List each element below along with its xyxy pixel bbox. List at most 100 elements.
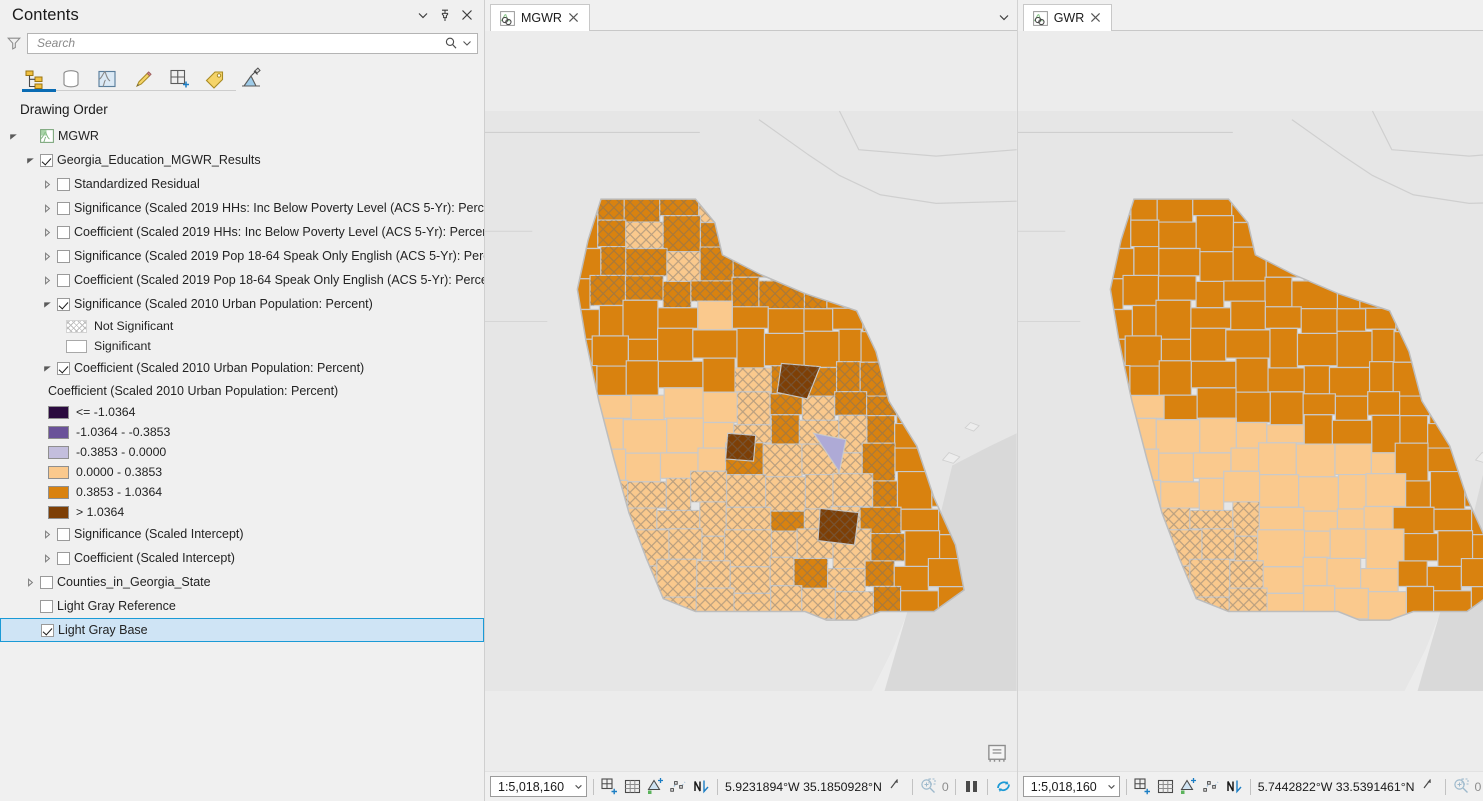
map-views-container: MGWR 1:5,018,1605.9231894°W 35.1850928°N0…: [485, 0, 1483, 801]
zoom-to-selection-icon[interactable]: [1452, 777, 1471, 796]
expander-right-icon[interactable]: [42, 179, 53, 190]
layer-visibility-checkbox[interactable]: [40, 576, 53, 589]
expander-right-icon[interactable]: [25, 577, 36, 588]
search-options-chevron-down-icon[interactable]: [461, 37, 473, 49]
layer-tree-item-stdresid[interactable]: Standardized Residual: [0, 172, 484, 196]
coefficient-legend-item: 0.0000 - 0.3853: [0, 462, 484, 482]
layer-label: Significance (Scaled 2019 Pop 18-64 Spea…: [74, 249, 484, 263]
layer-tree-item-lgbase[interactable]: Light Gray Base: [0, 618, 484, 642]
layer-tree-item-coef_pov[interactable]: Coefficient (Scaled 2019 HHs: Inc Below …: [0, 220, 484, 244]
expander-down-icon[interactable]: [25, 155, 36, 166]
close-icon[interactable]: [568, 12, 581, 25]
insert-grid-tool[interactable]: [1133, 777, 1152, 796]
legend-swatch-crosshatch: [66, 320, 87, 333]
pointer-arrow-icon[interactable]: [1420, 777, 1439, 796]
significance-legend-item: Not Significant: [0, 316, 484, 336]
coefficient-legend-item: -1.0364 - -0.3853: [0, 422, 484, 442]
layer-visibility-checkbox[interactable]: [57, 250, 70, 263]
drawing-order-label: Drawing Order: [0, 92, 484, 123]
expander-down-icon[interactable]: [8, 131, 19, 142]
chart-map-icon[interactable]: [238, 66, 264, 92]
label-tag-icon[interactable]: [202, 66, 228, 92]
map-view-gwr: GWR1:5,018,1605.7442822°W 33.5391461°N0: [1017, 0, 1483, 801]
layer-tree-item-coef_eng[interactable]: Coefficient (Scaled 2019 Pop 18-64 Speak…: [0, 268, 484, 292]
layer-tree-item-lgref[interactable]: Light Gray Reference: [0, 594, 484, 618]
search-box[interactable]: [27, 33, 478, 54]
attribution-icon[interactable]: [985, 743, 1009, 763]
map-view-menu-chevron-down-icon[interactable]: [991, 4, 1017, 31]
layer-tree-item-sig_pov[interactable]: Significance (Scaled 2019 HHs: Inc Below…: [0, 196, 484, 220]
vertex-tool[interactable]: [1202, 777, 1221, 796]
layer-tree-item-coef_urban[interactable]: Coefficient (Scaled 2010 Urban Populatio…: [0, 356, 484, 380]
map-status-bar-mgwr: 1:5,018,1605.9231894°W 35.1850928°N0: [485, 771, 1017, 801]
insert-grid-tool[interactable]: [600, 777, 619, 796]
north-tool[interactable]: [692, 777, 711, 796]
legend-label: > 1.0364: [76, 505, 124, 519]
layer-tree-item-coef_int[interactable]: Coefficient (Scaled Intercept): [0, 546, 484, 570]
zoom-to-selection-icon[interactable]: [919, 777, 938, 796]
layer-visibility-checkbox[interactable]: [57, 552, 70, 565]
legend-color-swatch: [48, 506, 69, 519]
layer-label: Significance (Scaled 2010 Urban Populati…: [74, 297, 373, 311]
scale-chevron-down-icon[interactable]: [1107, 780, 1116, 794]
selection-tool[interactable]: [646, 777, 665, 796]
expander-right-icon[interactable]: [42, 529, 53, 540]
layer-visibility-checkbox[interactable]: [40, 600, 53, 613]
selection-map-icon[interactable]: [94, 66, 120, 92]
layer-tree-item-map[interactable]: MGWR: [0, 124, 484, 148]
map-canvas-gwr[interactable]: [1018, 31, 1483, 771]
grid-tool[interactable]: [1156, 777, 1175, 796]
layer-visibility-checkbox[interactable]: [57, 362, 70, 375]
legend-color-swatch: [48, 466, 69, 479]
layer-visibility-checkbox[interactable]: [57, 178, 70, 191]
layer-visibility-checkbox[interactable]: [57, 202, 70, 215]
refresh-icon[interactable]: [994, 777, 1013, 796]
layer-tree-item-sig_int[interactable]: Significance (Scaled Intercept): [0, 522, 484, 546]
layer-visibility-checkbox[interactable]: [41, 624, 54, 637]
map-scale-control[interactable]: 1:5,018,160: [490, 776, 587, 797]
search-input[interactable]: [35, 35, 444, 51]
pane-menu-button[interactable]: [412, 4, 434, 26]
grid-plus-icon[interactable]: [166, 66, 192, 92]
layer-label: Coefficient (Scaled 2010 Urban Populatio…: [74, 361, 364, 375]
expander-right-icon[interactable]: [42, 251, 53, 262]
layer-visibility-checkbox[interactable]: [57, 274, 70, 287]
selection-tool[interactable]: [1179, 777, 1198, 796]
layer-tree-item-counties[interactable]: Counties_in_Georgia_State: [0, 570, 484, 594]
layer-visibility-checkbox[interactable]: [57, 298, 70, 311]
expander-down-icon[interactable]: [42, 363, 53, 374]
pencil-icon[interactable]: [130, 66, 156, 92]
funnel-filter-icon[interactable]: [6, 35, 22, 51]
layer-label: Coefficient (Scaled Intercept): [74, 551, 235, 565]
pin-icon[interactable]: [434, 4, 456, 26]
layer-tree-item-sig_urban[interactable]: Significance (Scaled 2010 Urban Populati…: [0, 292, 484, 316]
map-canvas-mgwr[interactable]: [485, 31, 1017, 771]
tab-mgwr[interactable]: MGWR: [490, 4, 590, 31]
layer-tree-item-results[interactable]: Georgia_Education_MGWR_Results: [0, 148, 484, 172]
expander-right-icon[interactable]: [42, 275, 53, 286]
layer-visibility-checkbox[interactable]: [40, 154, 53, 167]
tab-gwr[interactable]: GWR: [1023, 4, 1113, 31]
layer-visibility-checkbox[interactable]: [57, 226, 70, 239]
tab-bar-spacer: [1112, 4, 1483, 31]
vertex-tool[interactable]: [669, 777, 688, 796]
pause-icon[interactable]: [962, 777, 981, 796]
legend-swatch-empty: [66, 340, 87, 353]
map-scale-control[interactable]: 1:5,018,160: [1023, 776, 1120, 797]
close-icon[interactable]: [1090, 12, 1103, 25]
scale-chevron-down-icon[interactable]: [574, 780, 583, 794]
north-tool[interactable]: [1225, 777, 1244, 796]
close-icon[interactable]: [456, 4, 478, 26]
database-icon[interactable]: [58, 66, 84, 92]
layer-visibility-checkbox[interactable]: [57, 528, 70, 541]
search-icon[interactable]: [444, 36, 458, 50]
pointer-arrow-icon[interactable]: [887, 777, 906, 796]
expander-down-icon[interactable]: [42, 299, 53, 310]
expander-right-icon[interactable]: [42, 203, 53, 214]
layer-tree-item-sig_eng[interactable]: Significance (Scaled 2019 Pop 18-64 Spea…: [0, 244, 484, 268]
expander-right-icon[interactable]: [42, 227, 53, 238]
legend-label: Significant: [94, 339, 151, 353]
grid-tool[interactable]: [623, 777, 642, 796]
legend-label: <= -1.0364: [76, 405, 136, 419]
expander-right-icon[interactable]: [42, 553, 53, 564]
